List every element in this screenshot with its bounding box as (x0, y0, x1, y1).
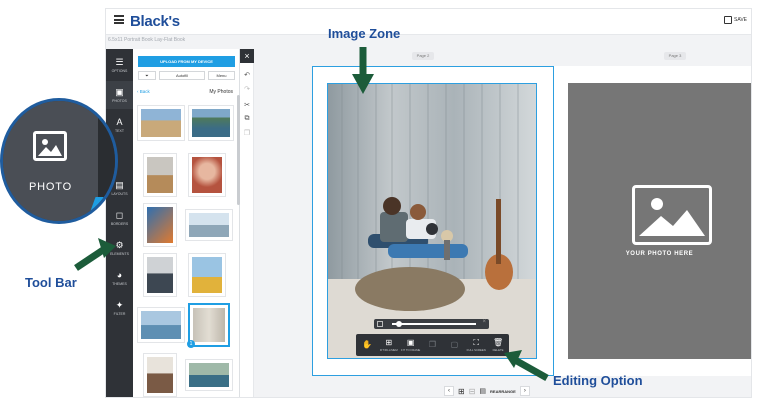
arrow-tool-bar (74, 245, 108, 271)
arrowhead-image-zone (352, 74, 374, 94)
arrow-editing-option (513, 356, 549, 382)
annotation-arrows (74, 47, 549, 382)
tutorial-figure: Black's SAVE 6.5x11 Portrait Book Lay-Fl… (0, 0, 764, 410)
